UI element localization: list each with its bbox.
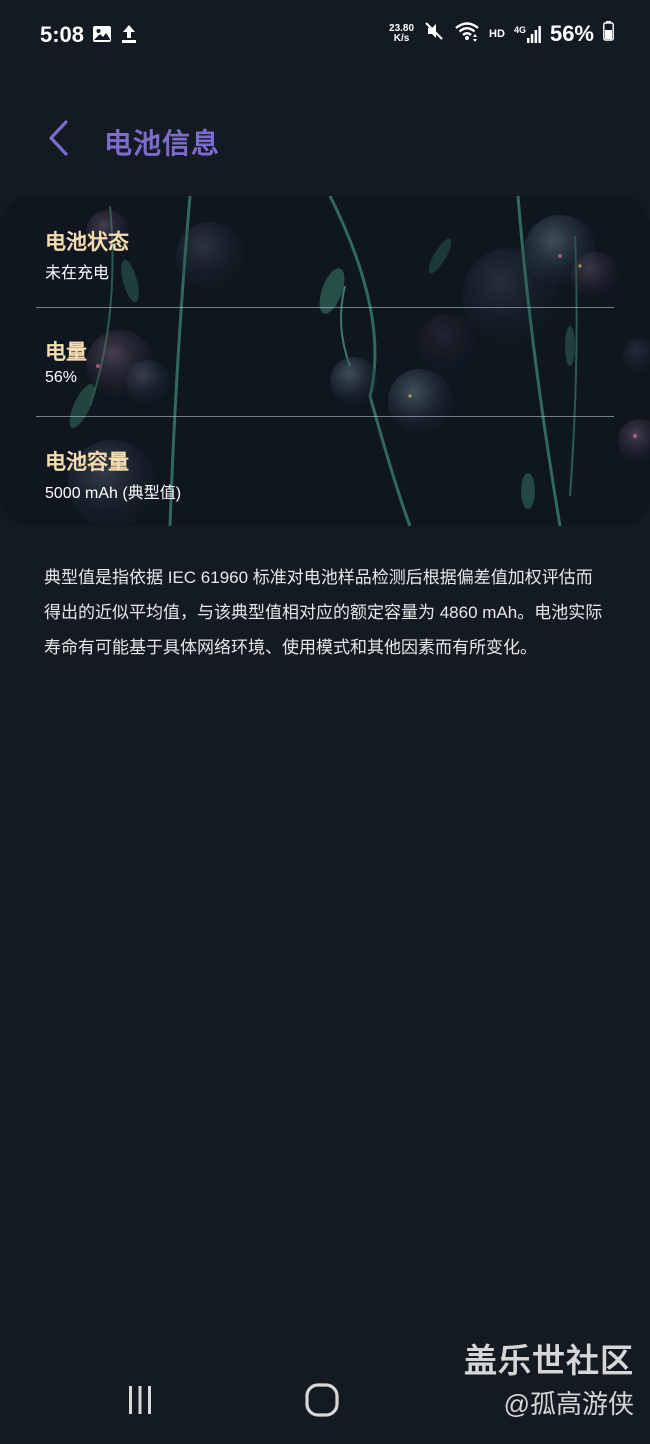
battery-level-item: 电量 56% <box>36 306 614 416</box>
recents-icon <box>123 1384 157 1421</box>
home-button[interactable] <box>300 1382 344 1422</box>
status-system-icons: 23.80 K/s HD 4G 56% <box>389 20 614 47</box>
chevron-left-icon <box>46 119 70 162</box>
battery-percent: 56% <box>549 20 594 46</box>
battery-status-value: 未在充电 <box>45 265 110 282</box>
navigation-bar <box>0 1370 650 1434</box>
battery-capacity-value: 5000 mAh (典型值) <box>45 485 182 502</box>
capacity-description: 典型值是指依据 IEC 61960 标准对电池样品检测后根据偏差值加权评估而得出… <box>44 568 603 657</box>
status-time: 5:08 <box>40 22 85 47</box>
mute-icon <box>423 20 445 47</box>
network-speed-unit: K/s <box>393 32 410 44</box>
signal-icon: 4G <box>514 25 541 43</box>
image-icon <box>92 25 112 48</box>
battery-status-label: 电池状态 <box>45 231 129 254</box>
status-bar: 5:08 23.80 K/s HD 4G 56% <box>0 0 650 72</box>
network-type: 4G <box>513 24 526 35</box>
battery-info-card: 电池状态 未在充电 电量 56% 电池容量 5000 mAh (典型值) <box>0 196 650 526</box>
wifi-icon <box>454 20 480 47</box>
upload-icon <box>120 24 138 49</box>
battery-capacity-label: 电池容量 <box>45 451 129 474</box>
battery-capacity-item: 电池容量 5000 mAh (典型值) <box>36 416 614 526</box>
status-notification-icons <box>92 24 138 49</box>
recents-button[interactable] <box>118 1384 162 1420</box>
back-button[interactable] <box>38 118 78 162</box>
hd-indicator: HD <box>489 27 505 40</box>
battery-status-item: 电池状态 未在充电 <box>36 196 614 306</box>
battery-icon <box>603 21 614 46</box>
home-icon <box>304 1382 340 1423</box>
network-speed: 23.80 K/s <box>389 22 415 44</box>
battery-level-value: 56% <box>45 369 78 386</box>
page-title: 电池信息 <box>104 128 221 159</box>
network-speed-value: 23.80 <box>389 22 415 34</box>
app-header: 电池信息 <box>0 100 650 180</box>
battery-level-label: 电量 <box>45 341 87 364</box>
